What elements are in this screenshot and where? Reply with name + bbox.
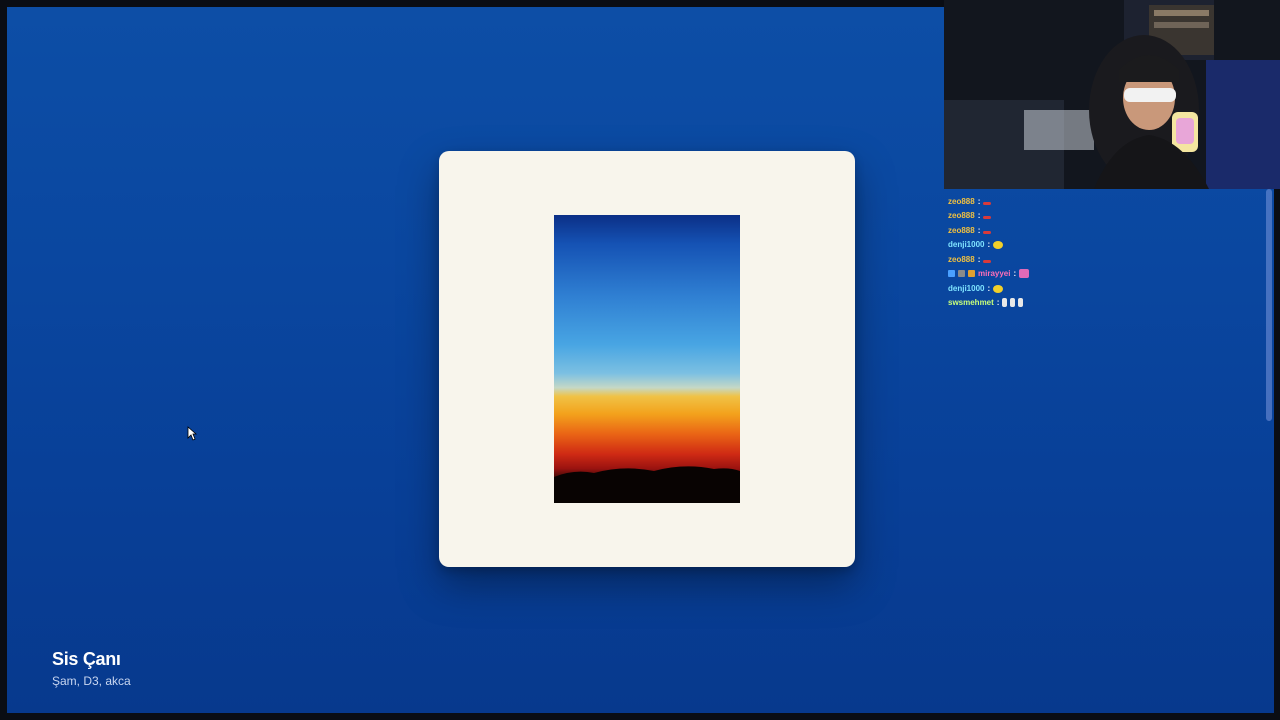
red-emote-icon xyxy=(983,202,992,205)
white-emote-icon xyxy=(1010,298,1016,307)
stream-chat: zeo888 : zeo888 : zeo888 : denji1000 : z… xyxy=(944,189,1266,319)
chat-username[interactable]: zeo888 xyxy=(948,255,975,264)
chat-username[interactable]: denji1000 xyxy=(948,284,984,293)
chat-separator: : xyxy=(1013,269,1017,278)
chat-separator: : xyxy=(977,226,981,235)
chat-separator: : xyxy=(996,298,1000,307)
sunset-painting-artwork xyxy=(554,215,740,503)
badge-icon xyxy=(968,270,975,277)
chat-separator: : xyxy=(987,284,991,293)
pink-emote-icon xyxy=(1019,269,1030,278)
chat-message: swsmehmet : xyxy=(948,298,1024,307)
chat-separator: : xyxy=(977,255,981,264)
mouse-cursor-icon xyxy=(187,426,197,441)
track-title[interactable]: Sis Çanı xyxy=(52,649,121,670)
album-cover xyxy=(439,151,855,567)
chat-username[interactable]: zeo888 xyxy=(948,211,975,220)
chat-separator: : xyxy=(977,211,981,220)
chat-scrollbar[interactable] xyxy=(1266,189,1272,421)
white-emote-icon xyxy=(1018,298,1024,307)
chat-message: denji1000 : xyxy=(948,240,1004,249)
yellow-emote-icon xyxy=(993,240,1004,249)
red-emote-icon xyxy=(983,260,992,263)
badge-icon xyxy=(958,270,965,277)
chat-message: denji1000 : xyxy=(948,284,1004,293)
chat-message: zeo888 : xyxy=(948,255,992,264)
red-emote-icon xyxy=(983,216,992,219)
red-emote-icon xyxy=(983,231,992,234)
chat-separator: : xyxy=(987,240,991,249)
chat-separator: : xyxy=(977,197,981,206)
yellow-emote-icon xyxy=(993,284,1004,293)
track-artists[interactable]: Şam, D3, akca xyxy=(52,674,131,688)
chat-username[interactable]: swsmehmet xyxy=(948,298,994,307)
chat-username[interactable]: zeo888 xyxy=(948,226,975,235)
badge-icon xyxy=(948,270,955,277)
streamer-webcam-image xyxy=(944,0,1280,189)
chat-username[interactable]: mirayyei xyxy=(978,269,1010,278)
chat-message: zeo888 : xyxy=(948,226,992,235)
chat-username[interactable]: denji1000 xyxy=(948,240,984,249)
painting-hills-silhouette xyxy=(554,466,740,503)
chat-message: mirayyei : xyxy=(948,269,1030,278)
chat-message: zeo888 : xyxy=(948,197,992,206)
chat-username[interactable]: zeo888 xyxy=(948,197,975,206)
chat-message: zeo888 : xyxy=(948,211,992,220)
white-emote-icon xyxy=(1002,298,1008,307)
webcam-overlay xyxy=(944,0,1280,189)
